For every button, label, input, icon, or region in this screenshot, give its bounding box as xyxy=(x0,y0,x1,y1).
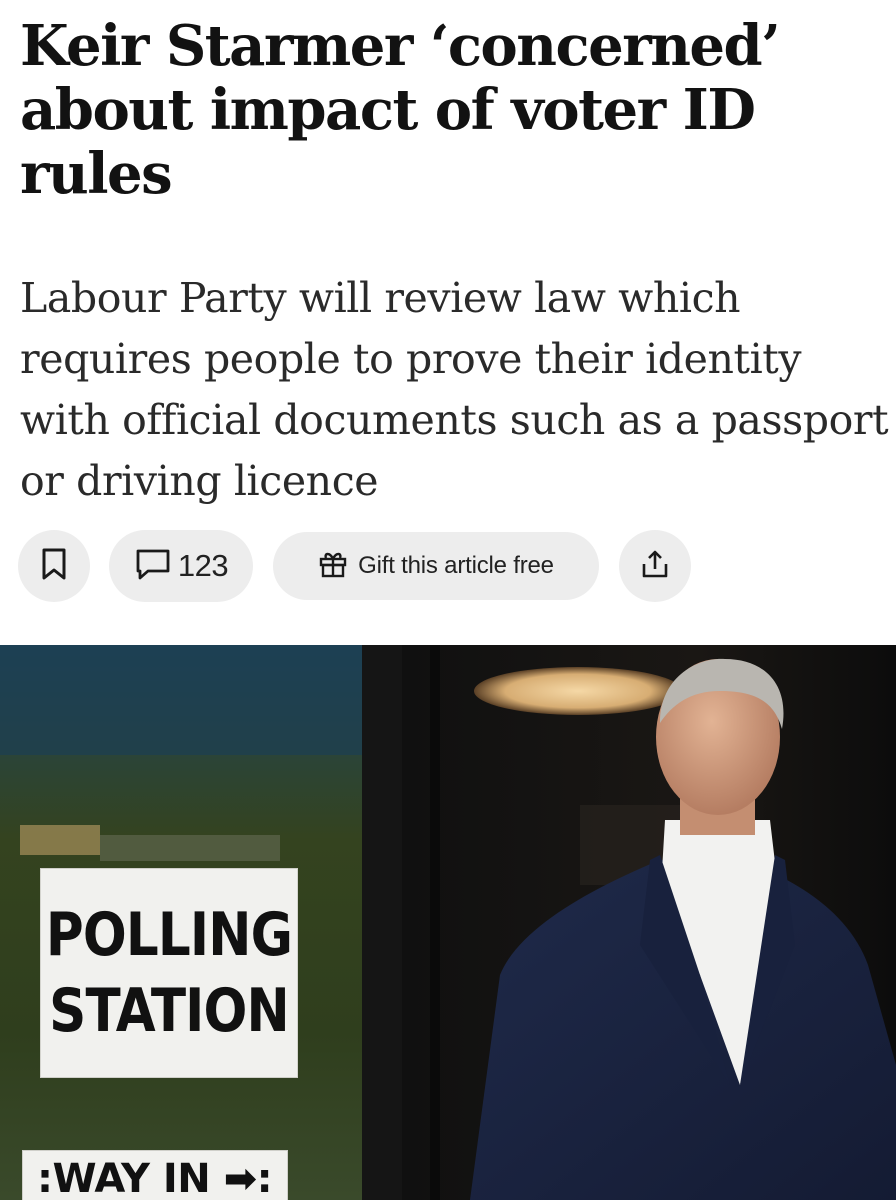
gift-article-button[interactable]: Gift this article free xyxy=(273,532,599,600)
standfirst: Labour Party will review law which requi… xyxy=(20,274,889,505)
comments-button[interactable]: 123 xyxy=(109,530,253,602)
save-button[interactable] xyxy=(18,530,90,602)
polling-station-sign: POLLING STATION xyxy=(40,868,298,1078)
gift-icon xyxy=(318,549,348,584)
share-icon xyxy=(640,548,670,585)
polling-sign-line1: POLLING xyxy=(45,900,293,970)
way-in-sign: :WAY IN ➡: xyxy=(22,1150,288,1200)
share-button[interactable] xyxy=(619,530,691,602)
article-actions: 123 Gift this article free xyxy=(0,530,896,604)
gift-article-label: Gift this article free xyxy=(358,552,554,579)
comment-bubble-icon xyxy=(134,547,172,586)
headline: Keir Starmer ‘concerned’ about impact of… xyxy=(20,13,781,207)
article-hero-photo: POLLING STATION :WAY IN ➡: xyxy=(0,645,896,1200)
bookmark-icon xyxy=(39,547,69,586)
polling-sign-line2: STATION xyxy=(49,976,290,1046)
comment-count: 123 xyxy=(177,548,229,583)
